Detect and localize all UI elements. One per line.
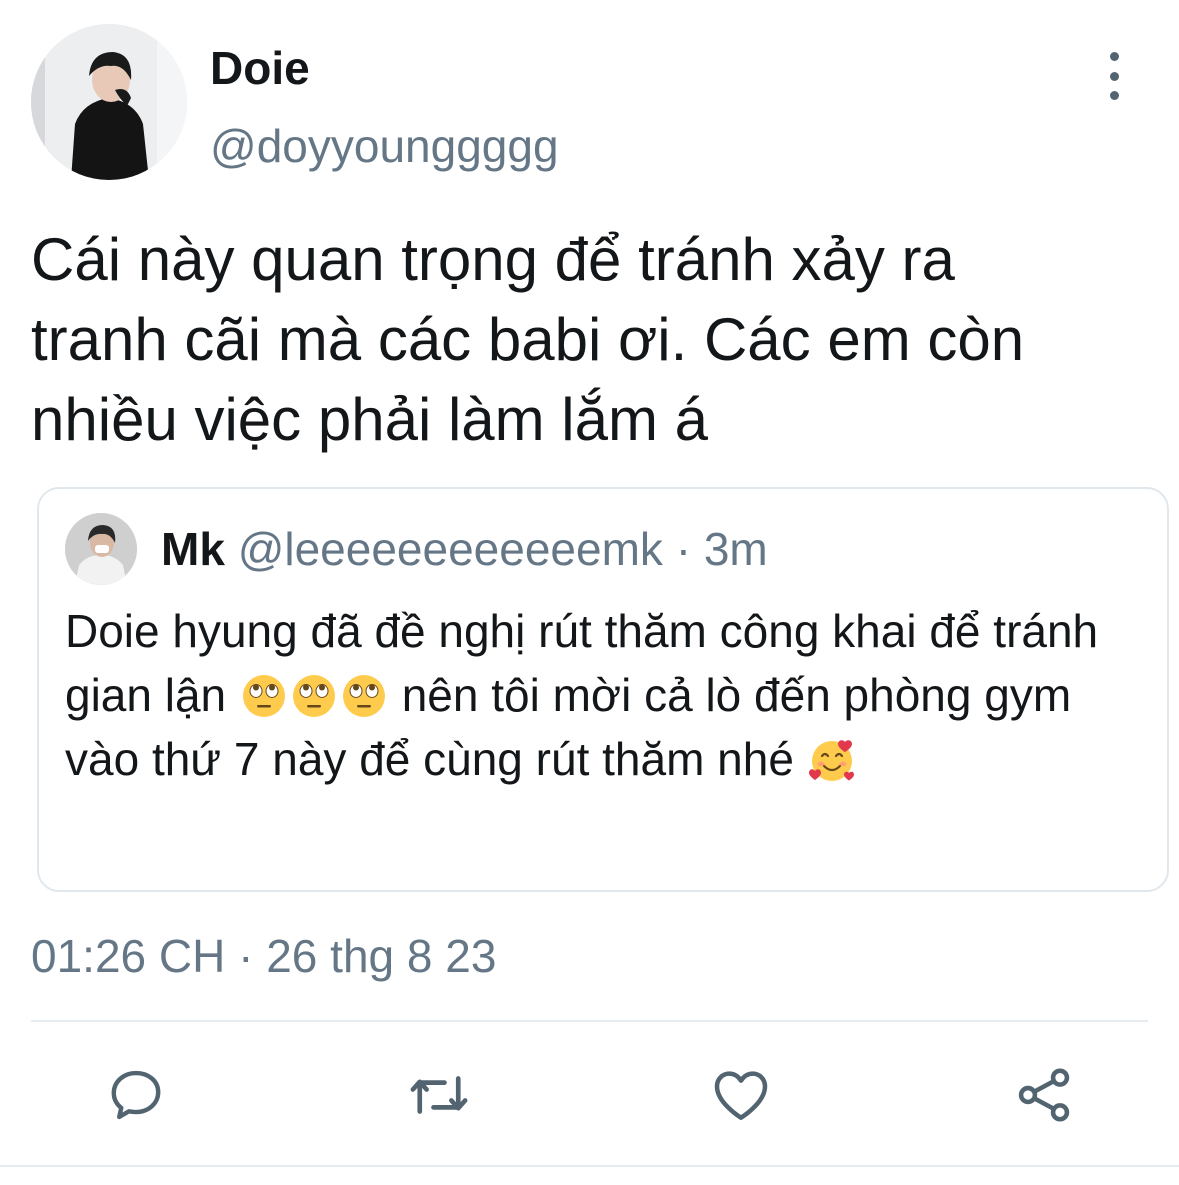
like-icon <box>714 1071 768 1120</box>
more-options-icon[interactable] <box>1094 52 1134 100</box>
author-display-name[interactable]: Doie <box>210 40 310 96</box>
smiling-face-with-hearts-emoji <box>808 740 854 781</box>
share-button[interactable] <box>1009 1060 1079 1130</box>
face-with-rolling-eyes-emoji <box>242 675 285 717</box>
author-avatar[interactable] <box>31 24 187 180</box>
quoted-tweet[interactable]: Mk @leeeeeeeeeeeemk · 3m Doie hyung đã đ… <box>37 487 1169 892</box>
quoted-text: Doie hyung đã đề nghị rút thăm công khai… <box>65 599 1145 791</box>
quoted-display-name[interactable]: Mk <box>161 523 225 575</box>
quoted-author-avatar[interactable] <box>65 513 137 585</box>
tweet-text: Cái này quan trọng để tránh xảy ra tranh… <box>31 226 1025 453</box>
reply-icon <box>111 1070 161 1120</box>
quoted-time[interactable]: 3m <box>704 523 768 575</box>
quoted-handle[interactable]: @leeeeeeeeeeeemk <box>238 523 663 575</box>
divider <box>0 1165 1179 1167</box>
retweet-icon <box>410 1076 468 1114</box>
face-with-rolling-eyes-emoji <box>292 675 335 717</box>
tweet-timestamp[interactable]: 01:26 CH · 26 thg 8 23 <box>31 928 496 984</box>
divider <box>31 1020 1148 1022</box>
quoted-header: Mk @leeeeeeeeeeeemk · 3m <box>161 521 768 577</box>
like-button[interactable] <box>706 1060 776 1130</box>
share-icon <box>1018 1068 1070 1122</box>
quoted-separator: · <box>662 523 704 575</box>
retweet-button[interactable] <box>404 1060 474 1130</box>
author-handle[interactable]: @doyyounggggg <box>210 118 559 174</box>
face-with-rolling-eyes-emoji <box>342 675 385 717</box>
reply-button[interactable] <box>101 1060 171 1130</box>
